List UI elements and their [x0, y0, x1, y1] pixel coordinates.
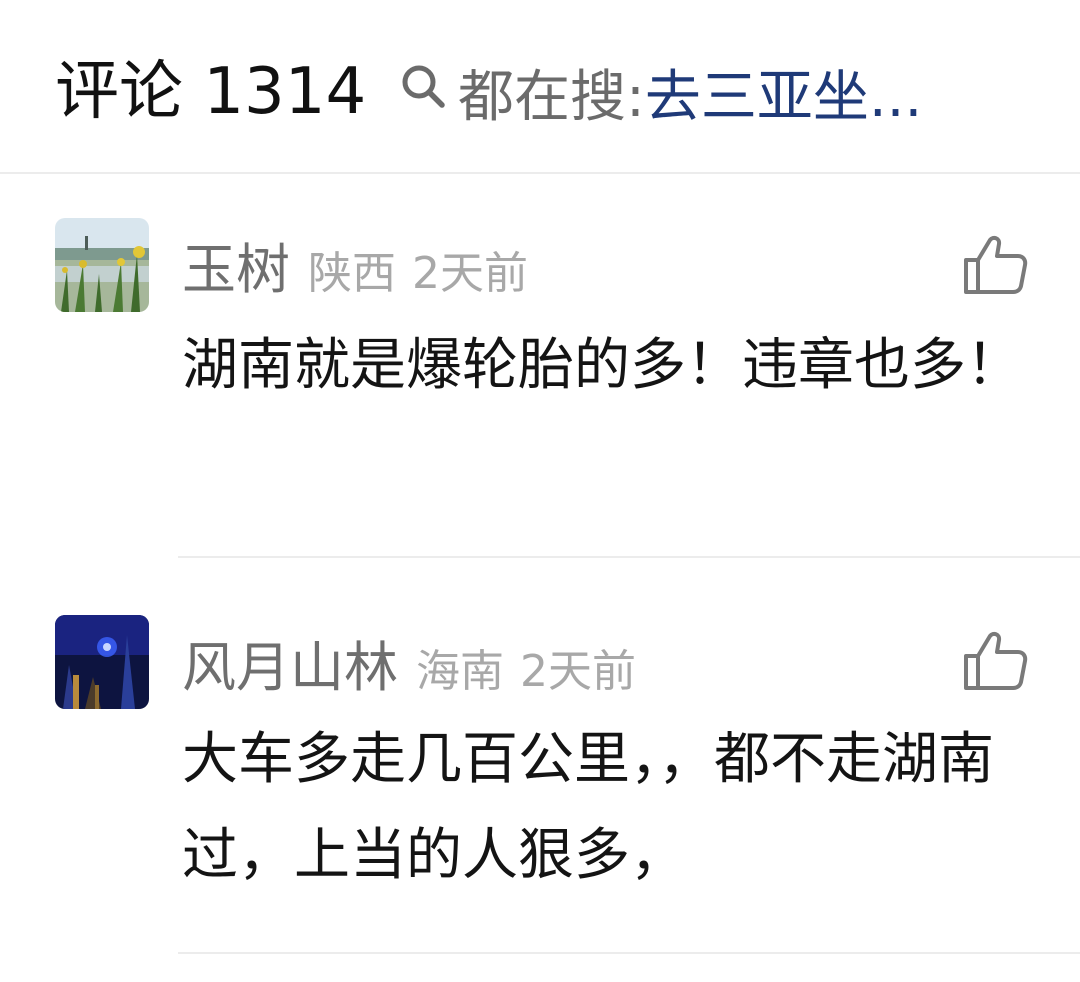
- trending-search-link[interactable]: 都在搜: 去三亚坐...: [398, 50, 922, 134]
- comment-divider: [178, 952, 1080, 954]
- thumbs-up-icon: [964, 631, 1028, 690]
- comment-time: 2天前: [520, 646, 636, 697]
- username[interactable]: 玉树: [182, 225, 290, 304]
- comment-count-title: 评论 1314: [55, 55, 367, 129]
- night-scene-avatar: [55, 615, 149, 709]
- comment-text: 湖南就是爆轮胎的多！违章也多！: [182, 333, 1022, 398]
- thumbs-up-icon: [964, 235, 1028, 294]
- comment-time: 2天前: [412, 248, 528, 299]
- user-location: 陕西: [308, 248, 396, 299]
- comments-header: 评论 1314 都在搜: 去三亚坐...: [0, 0, 1080, 174]
- comment-divider: [178, 556, 1080, 558]
- user-avatar[interactable]: [55, 218, 149, 312]
- user-avatar[interactable]: [55, 615, 149, 709]
- search-icon: [398, 60, 458, 125]
- comment-text: 大车多走几百公里，，都不走湖南过，上当的人狠多，: [182, 727, 994, 888]
- search-term-link[interactable]: 去三亚坐...: [645, 52, 922, 133]
- like-button[interactable]: [962, 630, 1028, 692]
- search-prefix-label: 都在搜:: [458, 64, 645, 130]
- comment-meta: 风月山林 海南 2天前: [182, 623, 636, 702]
- username[interactable]: 风月山林: [182, 623, 398, 702]
- comment-meta: 玉树 陕西 2天前: [182, 225, 528, 304]
- landscape-flowers-avatar: [55, 218, 149, 312]
- user-location: 海南: [416, 646, 504, 697]
- like-button[interactable]: [962, 234, 1028, 296]
